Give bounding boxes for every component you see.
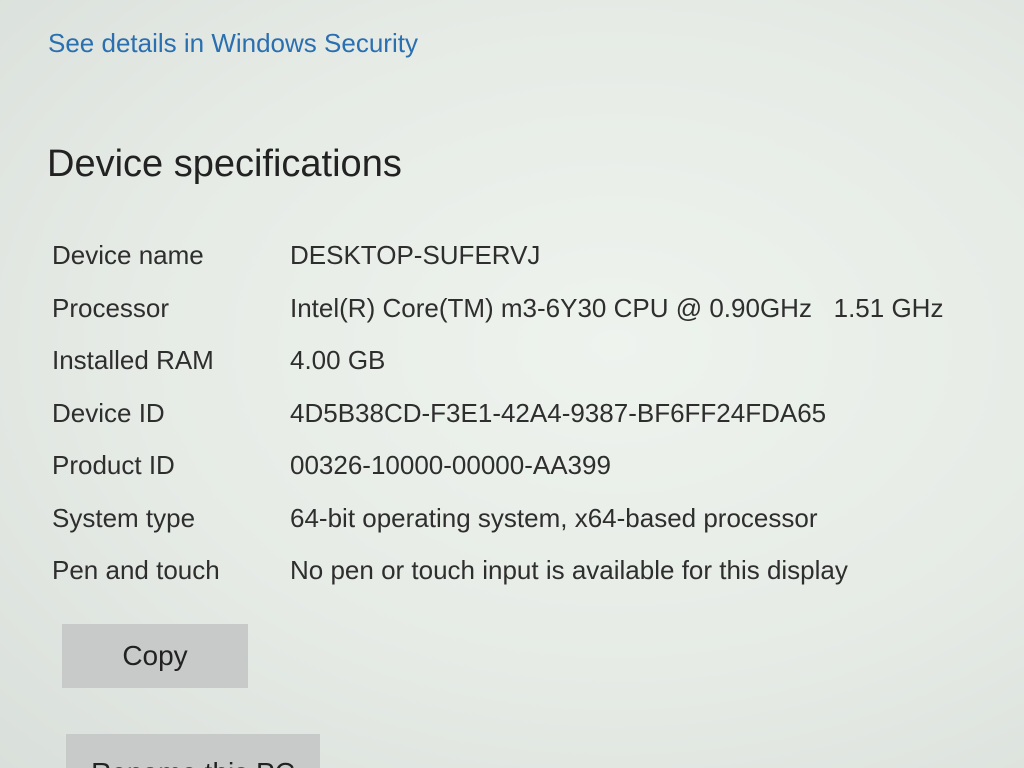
spec-label: Device ID [52,397,165,428]
spec-value: 4.00 GB [290,345,386,375]
device-specifications-heading: Device specifications [47,143,402,185]
copy-button[interactable]: Copy [62,624,248,688]
about-page: See details in Windows Security Device s… [0,0,1024,768]
spec-row-product-id: Product ID 00326-10000-00000-AA399 [52,450,1002,503]
spec-value: No pen or touch input is available for t… [290,555,848,585]
spec-row-system-type: System type 64-bit operating system, x64… [52,503,1002,556]
spec-row-installed-ram: Installed RAM 4.00 GB [52,345,1002,398]
spec-value: 64-bit operating system, x64-based proce… [290,502,818,533]
spec-row-processor: Processor Intel(R) Core(TM) m3-6Y30 CPU … [52,293,1002,346]
spec-value: 00326-10000-00000-AA399 [290,450,611,480]
spec-value: Intel(R) Core(TM) m3-6Y30 CPU @ 0.90GHz … [290,292,944,323]
spec-label: Pen and touch [52,555,220,585]
spec-row-device-id: Device ID 4D5B38CD-F3E1-42A4-9387-BF6FF2… [52,398,1002,451]
spec-label: System type [52,502,196,533]
spec-row-device-name: Device name DESKTOP-SUFERVJ [52,240,1002,293]
spec-value: DESKTOP-SUFERVJ [290,240,541,270]
spec-label: Product ID [52,450,175,480]
spec-label: Processor [52,292,170,323]
spec-value: 4D5B38CD-F3E1-42A4-9387-BF6FF24FDA65 [290,397,827,428]
rename-pc-button[interactable]: Rename this PC [66,734,320,768]
spec-label: Installed RAM [52,345,214,375]
spec-row-pen-and-touch: Pen and touch No pen or touch input is a… [52,555,1002,608]
spec-label: Device name [52,240,204,270]
windows-security-link[interactable]: See details in Windows Security [48,28,418,59]
device-specs-list: Device name DESKTOP-SUFERVJ Processor In… [52,240,1002,608]
